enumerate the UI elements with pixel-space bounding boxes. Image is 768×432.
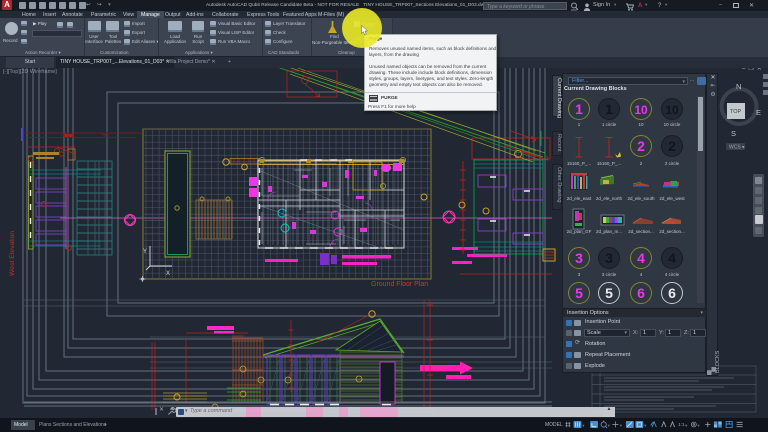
svg-text:2: 2 — [640, 161, 643, 166]
svg-text:6: 6 — [668, 285, 676, 301]
svg-text:3: 3 — [575, 250, 583, 266]
svg-text:2d_ele_east: 2d_ele_east — [567, 196, 592, 201]
svg-text:WCS ▾: WCS ▾ — [729, 145, 745, 151]
svg-text:2d_section...: 2d_section... — [659, 229, 685, 234]
svg-text:Y: Y — [143, 249, 147, 255]
svg-text:2d_plan_m...: 2d_plan_m... — [596, 229, 622, 234]
svg-text:5: 5 — [605, 285, 613, 301]
svg-text:2d_plan_GF: 2d_plan_GF — [567, 229, 592, 234]
svg-text:10 circle: 10 circle — [664, 122, 681, 127]
svg-text:4 circle: 4 circle — [665, 272, 680, 277]
svg-text:X: X — [166, 271, 170, 277]
svg-text:▾: ▾ — [697, 423, 699, 428]
svg-text:4: 4 — [637, 250, 645, 266]
svg-text:2d_ele_south: 2d_ele_south — [627, 196, 655, 201]
svg-text:1: 1 — [578, 122, 581, 127]
svg-text:4: 4 — [640, 272, 643, 277]
svg-text:▾: ▾ — [644, 423, 646, 428]
svg-text:2d_ele_west: 2d_ele_west — [659, 196, 685, 201]
svg-text:▾: ▾ — [608, 423, 610, 428]
svg-text:10: 10 — [665, 103, 679, 117]
svg-text:N: N — [736, 82, 741, 91]
svg-text:3 circle: 3 circle — [602, 272, 617, 277]
svg-text:6: 6 — [637, 285, 645, 301]
svg-text:▾: ▾ — [582, 423, 584, 428]
svg-text:▾: ▾ — [685, 423, 687, 428]
svg-text:3: 3 — [578, 272, 581, 277]
svg-text:1:1: 1:1 — [678, 422, 685, 428]
svg-text:TOP: TOP — [730, 109, 742, 115]
svg-text:2d_ele_north: 2d_ele_north — [596, 196, 623, 201]
svg-text:1: 1 — [575, 101, 583, 117]
svg-text:10: 10 — [638, 122, 644, 127]
svg-text:1: 1 — [605, 101, 613, 117]
svg-text:10: 10 — [634, 103, 648, 117]
svg-text:S: S — [731, 129, 736, 138]
svg-text:E: E — [756, 108, 761, 117]
svg-text:1 circle: 1 circle — [602, 122, 617, 127]
svg-text:▾: ▾ — [620, 423, 622, 428]
svg-text:3: 3 — [605, 250, 613, 266]
svg-text:2d_section...: 2d_section... — [628, 229, 654, 234]
svg-text:2: 2 — [637, 138, 645, 154]
svg-text:4: 4 — [668, 250, 676, 266]
svg-text:15160_P_...: 15160_P_... — [597, 161, 621, 166]
svg-text:2 circle: 2 circle — [665, 161, 680, 166]
svg-text:2: 2 — [668, 138, 676, 154]
svg-text:5: 5 — [575, 285, 583, 301]
svg-text:15160_P_...: 15160_P_... — [567, 161, 591, 166]
